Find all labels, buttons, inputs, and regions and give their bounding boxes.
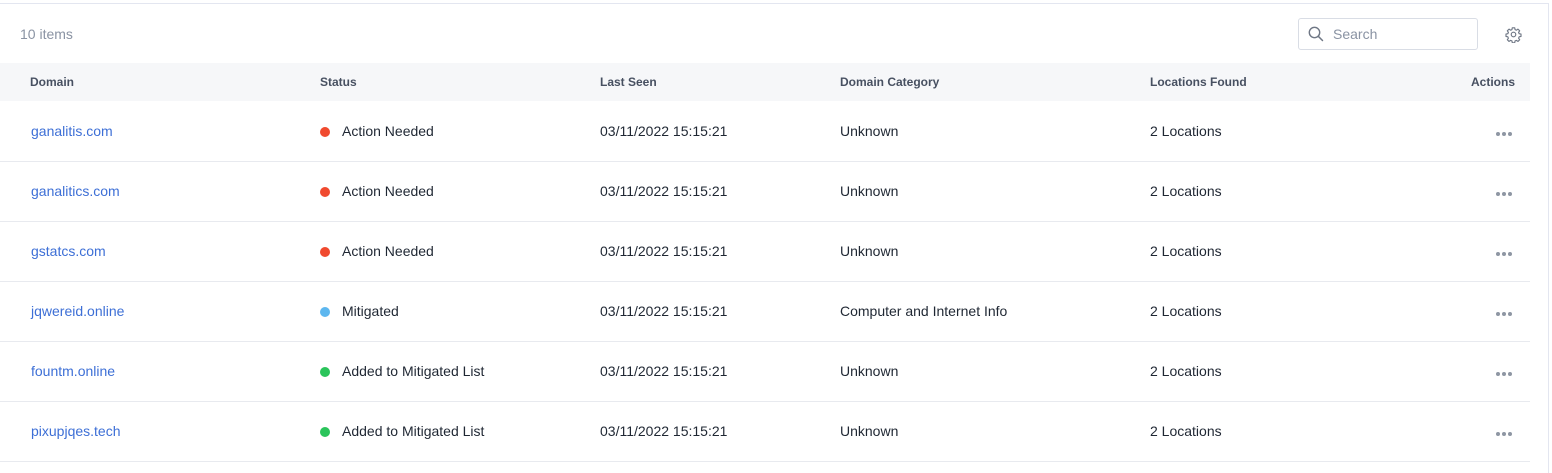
- gear-icon[interactable]: [1505, 26, 1522, 43]
- last-seen: 03/11/2022 15:15:21: [600, 303, 728, 319]
- search-box[interactable]: [1298, 18, 1478, 50]
- more-horizontal-icon[interactable]: [1494, 123, 1512, 139]
- status-label: Action Needed: [342, 122, 434, 139]
- domain-link[interactable]: ganalitics.com: [31, 183, 120, 199]
- more-horizontal-icon[interactable]: [1494, 363, 1512, 379]
- column-header-domain-category[interactable]: Domain Category: [840, 63, 1150, 101]
- table-row: ganalitics.com Action Needed 03/11/2022 …: [0, 161, 1530, 221]
- table-row: jqwereid.online Mitigated 03/11/2022 15:…: [0, 281, 1530, 341]
- more-horizontal-icon[interactable]: [1494, 423, 1512, 439]
- domain-category: Unknown: [840, 423, 899, 439]
- column-header-status[interactable]: Status: [320, 63, 600, 101]
- status-dot: [320, 427, 330, 437]
- locations-found: 2 Locations: [1150, 122, 1222, 139]
- domain-category: Unknown: [840, 122, 899, 139]
- more-horizontal-icon[interactable]: [1494, 243, 1512, 259]
- last-seen: 03/11/2022 15:15:21: [600, 423, 728, 439]
- status-dot: [320, 367, 330, 377]
- table-row: fountm.online Added to Mitigated List 03…: [0, 341, 1530, 401]
- locations-found: 2 Locations: [1150, 243, 1222, 259]
- last-seen: 03/11/2022 15:15:21: [600, 122, 728, 139]
- status-label: Added to Mitigated List: [342, 423, 485, 439]
- status-label: Added to Mitigated List: [342, 363, 485, 379]
- column-header-domain[interactable]: Domain: [0, 63, 320, 101]
- column-header-locations-found[interactable]: Locations Found: [1150, 63, 1380, 101]
- last-seen: 03/11/2022 15:15:21: [600, 243, 728, 259]
- domain-link[interactable]: gstatcs.com: [31, 243, 106, 259]
- search-input[interactable]: [1331, 25, 1465, 43]
- status-label: Action Needed: [342, 183, 434, 199]
- locations-found: 2 Locations: [1150, 363, 1222, 379]
- domain-link[interactable]: fountm.online: [31, 363, 115, 379]
- domain-category: Unknown: [840, 183, 899, 199]
- more-horizontal-icon[interactable]: [1494, 183, 1512, 199]
- locations-found: 2 Locations: [1150, 183, 1222, 199]
- search-icon: [1308, 26, 1324, 42]
- table-row: gstatcs.com Action Needed 03/11/2022 15:…: [0, 221, 1530, 281]
- item-count: 10 items: [20, 26, 73, 42]
- status-dot: [320, 307, 330, 317]
- last-seen: 03/11/2022 15:15:21: [600, 183, 728, 199]
- column-header-last-seen[interactable]: Last Seen: [600, 63, 840, 101]
- status-label: Action Needed: [342, 243, 434, 259]
- table-row: ganalitis.com Action Needed 03/11/2022 1…: [0, 101, 1530, 161]
- column-header-actions: Actions: [1470, 75, 1515, 89]
- last-seen: 03/11/2022 15:15:21: [600, 363, 728, 379]
- domain-category: Unknown: [840, 363, 899, 379]
- more-horizontal-icon[interactable]: [1494, 303, 1512, 319]
- domain-category: Computer and Internet Info: [840, 303, 1008, 319]
- domain-link[interactable]: pixupjqes.tech: [31, 423, 121, 439]
- status-dot: [320, 187, 330, 197]
- status-dot: [320, 247, 330, 257]
- status-dot: [320, 126, 330, 137]
- domain-link[interactable]: jqwereid.online: [31, 303, 124, 319]
- status-label: Mitigated: [342, 303, 399, 319]
- domains-table: Domain Status Last Seen Domain Category …: [0, 63, 1530, 462]
- domain-link[interactable]: ganalitis.com: [31, 123, 113, 139]
- domain-category: Unknown: [840, 243, 899, 259]
- table-row: pixupjqes.tech Added to Mitigated List 0…: [0, 401, 1530, 461]
- table-header-row: Domain Status Last Seen Domain Category …: [0, 63, 1530, 101]
- domains-panel: 10 items Domain Status Last Seen Domain …: [0, 3, 1549, 473]
- locations-found: 2 Locations: [1150, 303, 1222, 319]
- locations-found: 2 Locations: [1150, 423, 1222, 439]
